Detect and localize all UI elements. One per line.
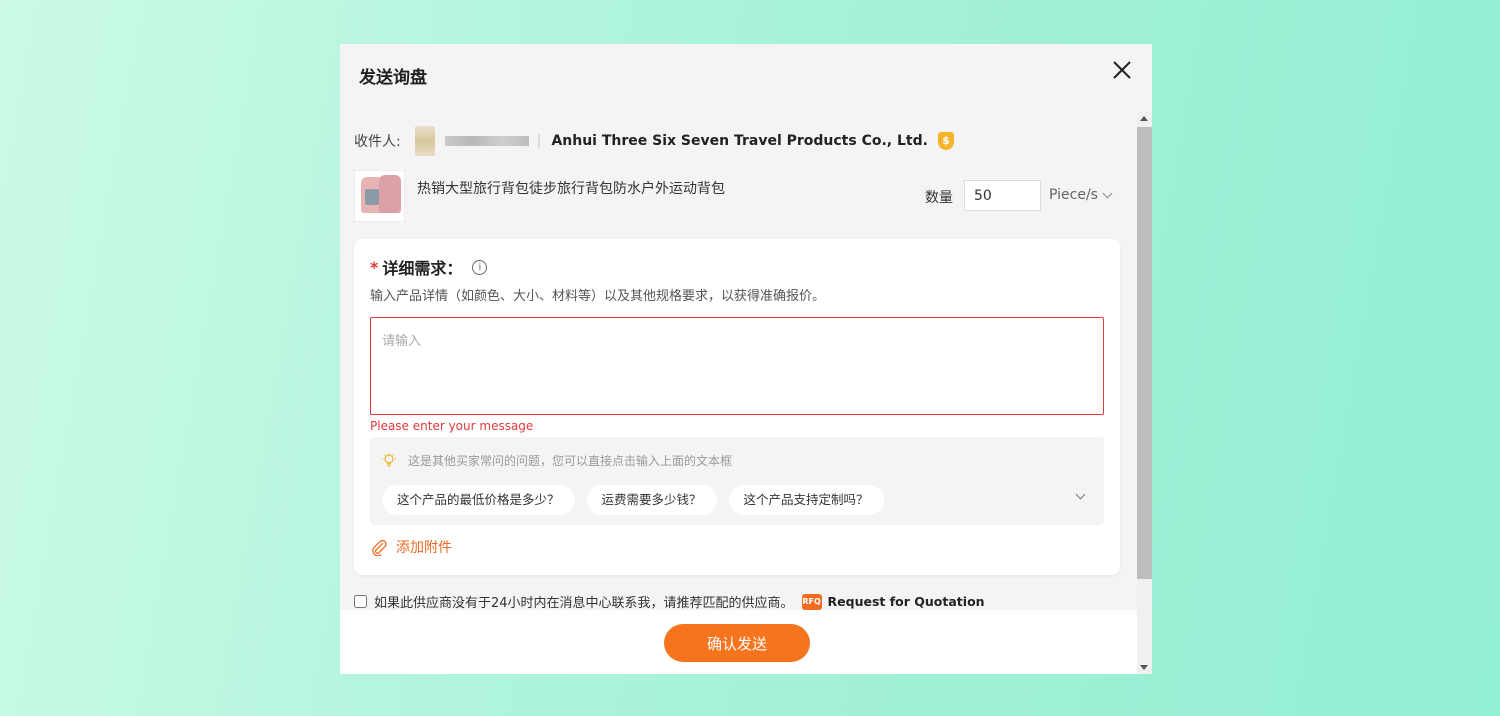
product-row: 热销大型旅行背包徒步旅行背包防水户外运动背包 数量 Piece/s xyxy=(354,170,1124,228)
faq-hint-text: 这是其他买家常问的问题，您可以直接点击输入上面的文本框 xyxy=(408,454,733,468)
company-name[interactable]: Anhui Three Six Seven Travel Products Co… xyxy=(551,133,928,149)
recommend-supplier-text: 如果此供应商没有于24小时内在消息中心联系我，请推荐匹配的供应商。 xyxy=(374,596,794,611)
chevron-down-icon[interactable] xyxy=(1075,489,1086,500)
scroll-down-icon[interactable] xyxy=(1140,665,1148,670)
recommend-supplier-row: 如果此供应商没有于24小时内在消息中心联系我，请推荐匹配的供应商。 RFQ Re… xyxy=(354,592,985,611)
faq-question-chip[interactable]: 运费需要多少钱？ xyxy=(586,485,717,515)
scroll-up-icon[interactable] xyxy=(1140,116,1148,121)
required-mark: * xyxy=(370,257,379,277)
avatar xyxy=(414,126,435,156)
modal-header: 发送询盘 xyxy=(340,44,1152,106)
modal-footer: 确认发送 xyxy=(340,610,1137,674)
confirm-send-button[interactable]: 确认发送 xyxy=(664,624,810,662)
add-attachment-label: 添加附件 xyxy=(396,540,452,556)
rfq-link[interactable]: Request for Quotation xyxy=(828,594,985,609)
requirement-description: 输入产品详情（如颜色、大小、材料等）以及其他规格要求，以获得准确报价。 xyxy=(370,289,826,304)
recipient-label: 收件人: xyxy=(354,134,401,150)
close-icon[interactable] xyxy=(1110,58,1134,82)
modal-title: 发送询盘 xyxy=(359,68,427,88)
lightbulb-icon xyxy=(382,453,396,469)
quantity-input[interactable] xyxy=(964,180,1041,211)
scrollbar[interactable] xyxy=(1137,112,1152,674)
product-name: 热销大型旅行背包徒步旅行背包防水户外运动背包 xyxy=(417,181,725,197)
recommend-supplier-checkbox[interactable] xyxy=(354,595,367,608)
requirement-title-text: 详细需求： xyxy=(382,259,463,278)
inquiry-modal: 发送询盘 收件人: | Anhui Three Six Seven Travel… xyxy=(340,44,1152,674)
unit-label: Piece/s xyxy=(1049,187,1098,203)
product-thumbnail[interactable] xyxy=(354,170,405,222)
unit-select[interactable]: Piece/s xyxy=(1049,187,1113,203)
faq-question-chip[interactable]: 这个产品支持定制吗？ xyxy=(728,485,884,515)
quantity-label: 数量 xyxy=(925,190,953,206)
message-error: Please enter your message xyxy=(370,419,534,433)
requirement-card: * 详细需求： i 输入产品详情（如颜色、大小、材料等）以及其他规格要求，以获得… xyxy=(354,239,1120,575)
chevron-down-icon xyxy=(1102,188,1113,198)
faq-panel: 这是其他买家常问的问题，您可以直接点击输入上面的文本框 这个产品的最低价格是多少… xyxy=(370,437,1104,525)
scrollbar-thumb[interactable] xyxy=(1137,127,1152,579)
modal-body: 收件人: | Anhui Three Six Seven Travel Prod… xyxy=(340,106,1137,611)
message-textarea[interactable] xyxy=(370,317,1104,415)
faq-question-chip[interactable]: 这个产品的最低价格是多少？ xyxy=(382,485,575,515)
recipient-row: 收件人: | Anhui Three Six Seven Travel Prod… xyxy=(354,126,954,156)
gold-supplier-icon: $ xyxy=(937,132,954,150)
faq-chips: 这个产品的最低价格是多少？ 运费需要多少钱？ 这个产品支持定制吗？ xyxy=(382,485,896,515)
paperclip-icon xyxy=(370,538,388,557)
info-icon[interactable]: i xyxy=(472,259,488,275)
requirement-title: * 详细需求： i xyxy=(370,255,488,279)
add-attachment-button[interactable]: 添加附件 xyxy=(370,537,452,557)
faq-hint: 这是其他买家常问的问题，您可以直接点击输入上面的文本框 xyxy=(382,452,732,469)
recipient-contact-name-blurred xyxy=(444,136,529,146)
rfq-icon: RFQ xyxy=(801,593,822,610)
divider: | xyxy=(536,133,542,149)
